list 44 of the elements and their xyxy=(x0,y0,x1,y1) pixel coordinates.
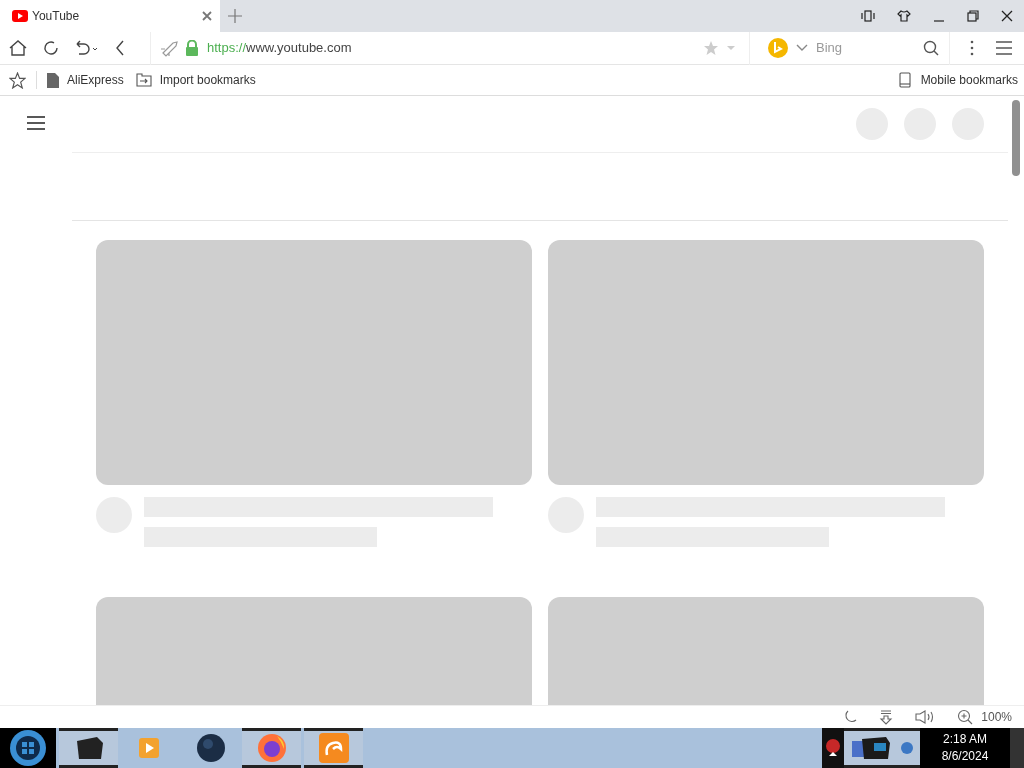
bookmark-item[interactable]: Import bookmarks xyxy=(135,71,256,89)
play-logo-icon xyxy=(12,10,28,22)
vibrate-icon[interactable] xyxy=(861,10,875,22)
back-icon[interactable] xyxy=(114,39,126,57)
zoom-in-icon[interactable] xyxy=(957,709,974,725)
hamburger-icon[interactable] xyxy=(27,116,45,130)
browser-tab[interactable]: YouTube xyxy=(0,0,220,32)
shirt-icon[interactable] xyxy=(897,10,911,22)
moon-icon[interactable] xyxy=(843,710,858,724)
clock-time[interactable]: 2:18 AM xyxy=(943,731,987,748)
undo-icon[interactable] xyxy=(74,39,100,57)
start-orb-icon[interactable] xyxy=(9,729,47,767)
more-icon[interactable] xyxy=(970,40,974,56)
search-icon[interactable] xyxy=(923,40,939,56)
tray-icon[interactable] xyxy=(824,738,842,758)
close-tab-icon[interactable] xyxy=(202,11,212,21)
home-icon[interactable] xyxy=(8,38,28,58)
firefox-icon xyxy=(256,733,287,763)
menu-icon[interactable] xyxy=(996,41,1012,55)
taskbar-button[interactable] xyxy=(59,728,118,768)
import-icon xyxy=(135,73,152,87)
clock-date[interactable]: 8/6/2024 xyxy=(941,748,989,765)
taskbar-button[interactable] xyxy=(242,728,301,768)
phone-icon xyxy=(898,72,911,88)
star-icon[interactable] xyxy=(703,40,719,56)
tab-title: YouTube xyxy=(32,8,80,25)
close-icon[interactable] xyxy=(1001,10,1013,22)
search-field[interactable]: Bing xyxy=(816,38,896,58)
taskbar-button[interactable] xyxy=(844,728,920,768)
scrollbar-thumb[interactable] xyxy=(1012,100,1020,176)
chevron-down-icon[interactable] xyxy=(796,44,808,52)
download-icon[interactable] xyxy=(879,709,894,725)
lock-icon xyxy=(185,40,199,56)
zoom-level[interactable]: 100% xyxy=(981,708,1012,726)
bookmark-item[interactable]: AliExpress xyxy=(47,71,124,89)
document-icon xyxy=(47,72,59,88)
star-outline-icon[interactable] xyxy=(9,71,26,89)
reload-icon[interactable] xyxy=(42,39,60,57)
bookmark-item[interactable]: Mobile bookmarks xyxy=(898,71,1018,89)
restore-icon[interactable] xyxy=(967,10,979,22)
speaker-icon[interactable] xyxy=(915,710,936,724)
globe-icon[interactable] xyxy=(196,733,226,763)
url-text[interactable]: https://www.youtube.com xyxy=(207,38,352,58)
taskbar-button[interactable] xyxy=(304,728,363,768)
